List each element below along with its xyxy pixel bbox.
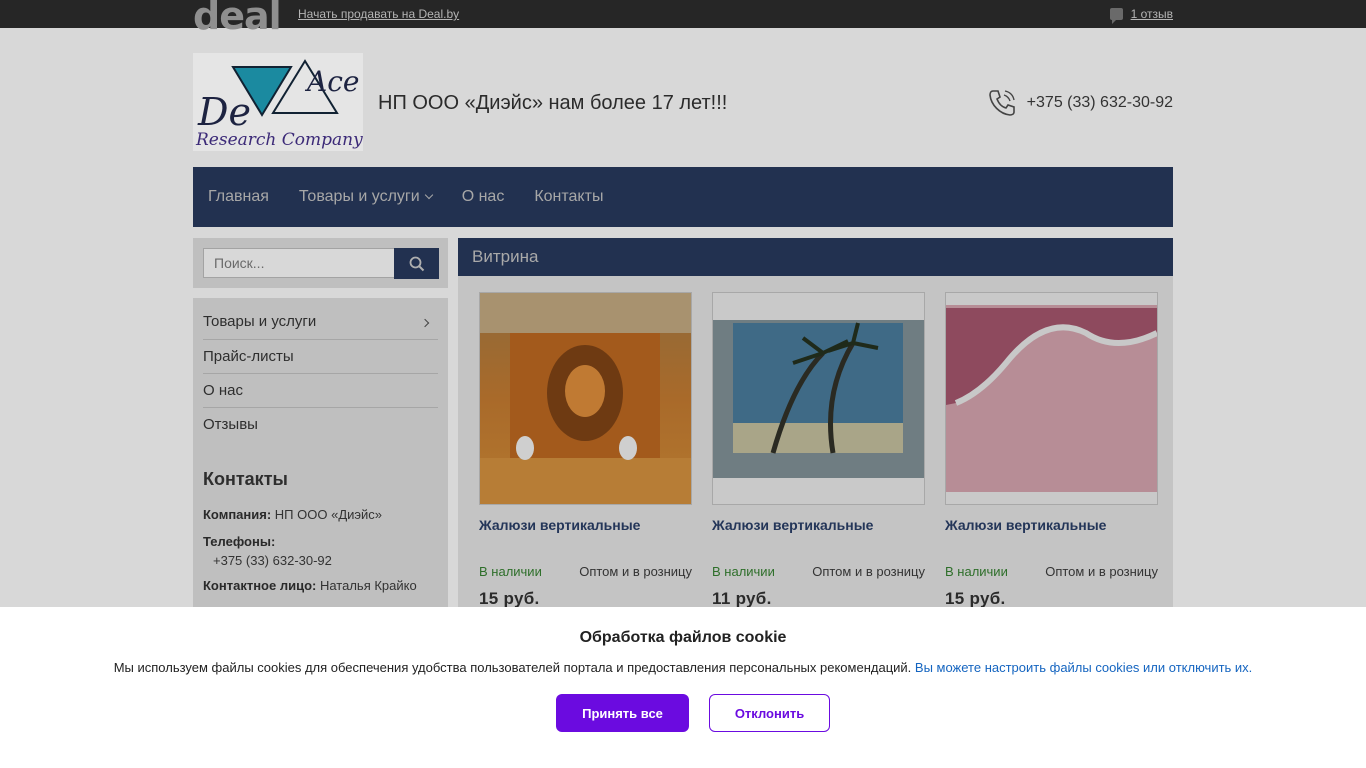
sidebar-item-label: Товары и услуги xyxy=(203,313,317,330)
search-icon xyxy=(409,256,424,271)
sidebar-item-products[interactable]: Товары и услуги xyxy=(203,306,438,340)
chevron-down-icon xyxy=(424,190,433,200)
logo-de-text: De xyxy=(197,90,251,134)
logo-ace-text: Ace xyxy=(304,65,359,98)
search-button[interactable] xyxy=(394,248,439,279)
top-bar-inner: deal Начать продавать на Deal.by 1 отзыв xyxy=(193,0,1173,36)
cookie-banner: Обработка файлов cookie Мы используем фа… xyxy=(0,607,1366,768)
nav-item-products[interactable]: Товары и услуги xyxy=(298,188,433,206)
product-meta: В наличии Оптом и в розницу xyxy=(479,564,692,579)
palm-blinds-image xyxy=(713,293,924,504)
cookie-title: Обработка файлов cookie xyxy=(579,629,787,646)
sidebar: Товары и услуги Прайс-листы О нас Отзывы… xyxy=(193,298,448,618)
logo-research-text: Research Company xyxy=(195,130,363,150)
cookie-text: Мы используем файлы cookies для обеспече… xyxy=(0,660,1366,675)
sidebar-item-reviews[interactable]: Отзывы xyxy=(203,408,438,442)
contact-company: Компания: НП ООО «Диэйс» xyxy=(203,507,382,522)
product-price: 15 руб. xyxy=(479,589,540,608)
person-value: Наталья Крайко xyxy=(319,578,417,593)
reviews: 1 отзыв xyxy=(1109,7,1173,24)
decline-button[interactable]: Отклонить xyxy=(709,694,830,732)
product-name[interactable]: Жалюзи вертикальные xyxy=(479,517,692,533)
pink-blinds-image xyxy=(946,293,1157,504)
sidebar-menu: Товары и услуги Прайс-листы О нас Отзывы xyxy=(203,306,438,442)
nav-item-label: О нас xyxy=(461,188,505,205)
nav-item-label: Товары и услуги xyxy=(298,188,420,205)
stock-status: В наличии xyxy=(479,564,542,579)
cookie-description: Мы используем файлы cookies для обеспече… xyxy=(113,660,912,675)
person-label: Контактное лицо: xyxy=(203,578,317,593)
nav-item-label: Контакты xyxy=(534,188,604,205)
reviews-link[interactable]: 1 отзыв xyxy=(1131,7,1173,21)
contacts-title: Контакты xyxy=(203,469,288,489)
lion-blinds-image xyxy=(480,293,691,504)
product-meta: В наличии Оптом и в розницу xyxy=(945,564,1158,579)
sale-type: Оптом и в розницу xyxy=(812,564,925,579)
company-logo[interactable]: De Ace Research Company xyxy=(193,53,363,151)
company-value: НП ООО «Диэйс» xyxy=(274,507,383,522)
sidebar-item-label: Прайс-листы xyxy=(203,348,294,365)
chat-bubble-icon xyxy=(1109,8,1123,24)
product-card[interactable]: Жалюзи вертикальные В наличии Оптом и в … xyxy=(712,292,925,609)
phone-icon xyxy=(988,90,1015,116)
contact-person: Контактное лицо: Наталья Крайко xyxy=(203,578,417,593)
nav-item-contacts[interactable]: Контакты xyxy=(534,188,603,206)
nav-item-label: Главная xyxy=(208,188,269,205)
contact-phone-value[interactable]: +375 (33) 632-30-92 xyxy=(213,553,332,568)
header-phone[interactable]: +375 (33) 632-30-92 xyxy=(987,87,1173,119)
main-nav: Главная Товары и услуги О нас Контакты xyxy=(193,167,1173,227)
product-image[interactable] xyxy=(945,292,1158,505)
product-name[interactable]: Жалюзи вертикальные xyxy=(945,517,1158,533)
sidebar-item-about[interactable]: О нас xyxy=(203,374,438,408)
header-phone-number: +375 (33) 632-30-92 xyxy=(1026,94,1173,111)
nav-item-home[interactable]: Главная xyxy=(208,188,269,206)
company-label: Компания: xyxy=(203,507,272,522)
deal-logo[interactable]: deal xyxy=(193,0,282,36)
stock-status: В наличии xyxy=(945,564,1008,579)
sidebar-item-label: Отзывы xyxy=(203,416,258,433)
search-input[interactable] xyxy=(203,248,395,278)
company-slogan: НП ООО «Диэйс» нам более 17 лет!!! xyxy=(378,92,728,114)
sidebar-item-label: О нас xyxy=(203,382,243,399)
product-card[interactable]: Жалюзи вертикальные В наличии Оптом и в … xyxy=(945,292,1158,609)
product-name[interactable]: Жалюзи вертикальные xyxy=(712,517,925,533)
company-logo-image: De Ace Research Company xyxy=(193,53,363,151)
product-meta: В наличии Оптом и в розницу xyxy=(712,564,925,579)
cookie-settings-link[interactable]: Вы можете настроить файлы cookies или от… xyxy=(915,660,1252,675)
product-card[interactable]: Жалюзи вертикальные В наличии Оптом и в … xyxy=(479,292,692,609)
search-box xyxy=(193,238,448,288)
stock-status: В наличии xyxy=(712,564,775,579)
top-bar: deal Начать продавать на Deal.by 1 отзыв xyxy=(0,0,1366,36)
sale-type: Оптом и в розницу xyxy=(1045,564,1158,579)
chevron-right-icon xyxy=(420,318,430,328)
product-image[interactable] xyxy=(712,292,925,505)
contact-phones-label: Телефоны: xyxy=(203,534,275,549)
start-selling-link[interactable]: Начать продавать на Deal.by xyxy=(298,7,459,21)
product-image[interactable] xyxy=(479,292,692,505)
accept-all-button[interactable]: Принять все xyxy=(556,694,689,732)
nav-item-about[interactable]: О нас xyxy=(462,188,505,206)
product-price: 15 руб. xyxy=(945,589,1006,608)
product-price: 11 руб. xyxy=(712,589,772,608)
sale-type: Оптом и в розницу xyxy=(579,564,692,579)
phones-label: Телефоны: xyxy=(203,534,276,549)
sidebar-item-price-lists[interactable]: Прайс-листы xyxy=(203,340,438,374)
vitrina-title: Витрина xyxy=(458,238,1173,276)
